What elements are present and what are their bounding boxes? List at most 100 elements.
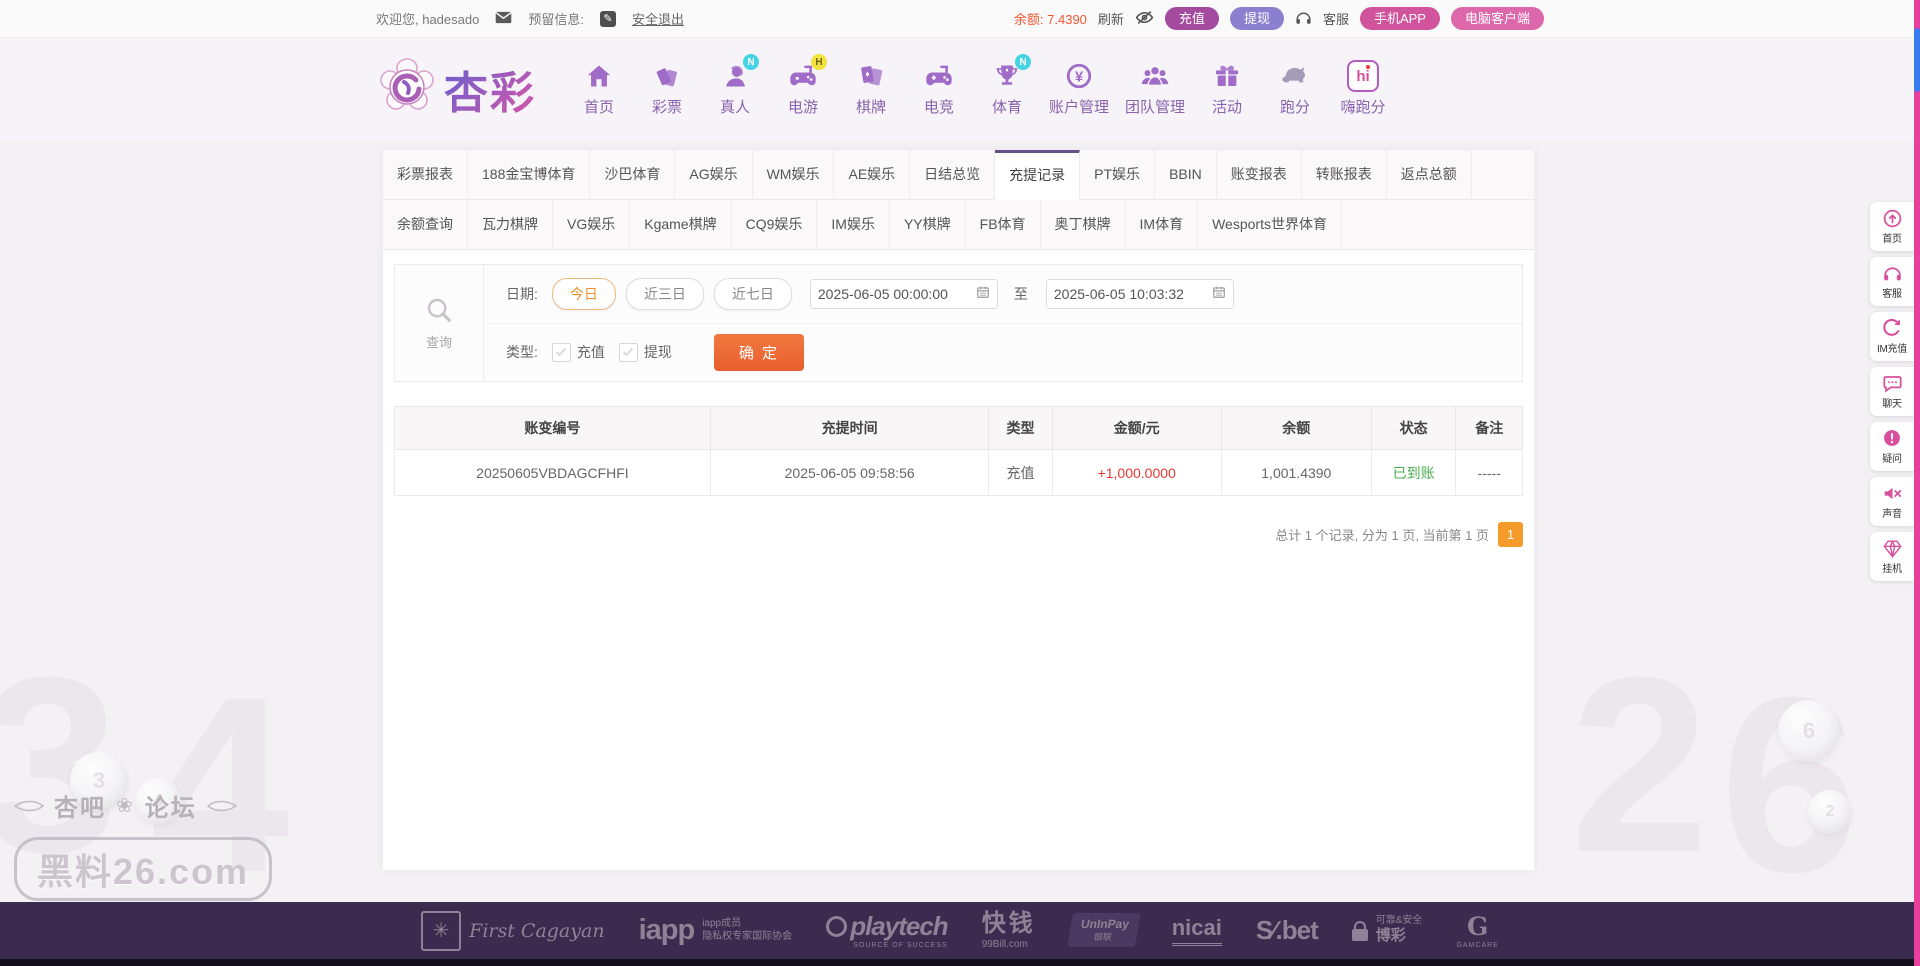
- scrollbar-track[interactable]: [1914, 0, 1920, 966]
- tab-CQ9娱乐[interactable]: CQ9娱乐: [732, 200, 818, 249]
- trophy-icon: N: [991, 54, 1031, 92]
- preset-近三日[interactable]: 近三日: [625, 277, 704, 310]
- tab-沙巴体育[interactable]: 沙巴体育: [590, 150, 676, 199]
- date-from-value: 2025-06-05 00:00:00: [817, 285, 948, 302]
- tab-PT娱乐[interactable]: PT娱乐: [1080, 150, 1156, 199]
- sidebar-label: 聊天: [1882, 399, 1902, 410]
- sidebar-label: 挂机: [1882, 564, 1902, 575]
- tab-账变报表[interactable]: 账变报表: [1217, 150, 1302, 199]
- tab-VG娱乐[interactable]: VG娱乐: [553, 200, 631, 249]
- nav-item-电竞[interactable]: 电竞: [910, 60, 968, 117]
- eye-off-icon[interactable]: [1135, 10, 1154, 28]
- type-label: 类型:: [506, 344, 538, 361]
- nav-item-真人[interactable]: N 真人: [706, 54, 764, 117]
- tab-余额查询[interactable]: 余额查询: [383, 200, 468, 249]
- sidebar-item-客服[interactable]: 客服: [1870, 257, 1914, 306]
- envelope-icon[interactable]: [495, 11, 513, 27]
- decor-ball: 2: [1808, 790, 1852, 834]
- refresh-link[interactable]: 刷新: [1098, 9, 1124, 28]
- confirm-button[interactable]: 确 定: [713, 333, 805, 371]
- mobile-app-button[interactable]: 手机APP: [1359, 6, 1440, 31]
- checkbox-充值[interactable]: [551, 342, 571, 362]
- type-option-提现[interactable]: 提现: [618, 342, 672, 362]
- tab-FB体育[interactable]: FB体育: [966, 200, 1041, 249]
- footer-logo-sbet: S∕.bet: [1256, 915, 1319, 946]
- date-from-input[interactable]: 2025-06-05 00:00:00: [809, 278, 998, 309]
- nav-item-体育[interactable]: N 体育: [978, 54, 1036, 117]
- tab-日结总览[interactable]: 日结总览: [910, 150, 996, 199]
- footer-logo-subtext: 银联: [1092, 932, 1113, 943]
- nav-item-跑分[interactable]: 跑分: [1266, 60, 1324, 117]
- tab-WM娱乐[interactable]: WM娱乐: [753, 150, 835, 199]
- page-1-button[interactable]: 1: [1498, 522, 1523, 547]
- nav-item-活动[interactable]: 活动: [1198, 60, 1256, 117]
- nav-item-彩票[interactable]: 彩票: [638, 60, 696, 117]
- nav-item-首页[interactable]: 首页: [570, 60, 628, 117]
- sidebar-item-IM充值[interactable]: IM充值: [1870, 312, 1914, 361]
- tab-转账报表[interactable]: 转账报表: [1302, 150, 1387, 199]
- preset-今日[interactable]: 今日: [551, 277, 616, 310]
- tab-AG娱乐[interactable]: AG娱乐: [675, 150, 753, 199]
- nav-item-团队管理[interactable]: 团队管理: [1122, 60, 1188, 117]
- tab-BBIN[interactable]: BBIN: [1155, 150, 1217, 199]
- query-search-label: 查询: [425, 335, 452, 350]
- col-header-状态: 状态: [1370, 406, 1457, 450]
- svg-text:¥: ¥: [1075, 69, 1084, 85]
- flourish-left-icon: [14, 800, 44, 811]
- nav-item-电游[interactable]: H 电游: [774, 54, 832, 117]
- brand-logo[interactable]: 杏彩: [376, 56, 536, 121]
- headset-icon[interactable]: [1295, 10, 1312, 28]
- records-table: 账变编号 充提时间 类型 金额/元 余额 状态 备注 20250605VBDAGCFHFI 20…: [394, 406, 1523, 496]
- recharge-button[interactable]: 充值: [1164, 6, 1219, 31]
- pc-client-button[interactable]: 电脑客户端: [1450, 6, 1544, 31]
- sidebar-label: 首页: [1882, 234, 1902, 245]
- withdraw-button[interactable]: 提现: [1229, 6, 1284, 31]
- tab-奥丁棋牌[interactable]: 奥丁棋牌: [1041, 200, 1126, 249]
- checkbox-提现[interactable]: [618, 342, 638, 362]
- footer-logo-text: playtech SOURCE OF SUCCESS: [826, 910, 949, 951]
- sidebar-item-声音[interactable]: 声音: [1870, 477, 1914, 526]
- sidebar-label: 客服: [1882, 289, 1902, 300]
- service-link[interactable]: 客服: [1323, 9, 1349, 28]
- tab-Wesports世界体育[interactable]: Wesports世界体育: [1198, 200, 1342, 249]
- footer-logo-99bill: 快钱 99Bill.com: [982, 909, 1036, 952]
- nav-item-账户管理[interactable]: ¥ 账户管理: [1046, 60, 1112, 117]
- sidebar-item-疑问[interactable]: 疑问: [1870, 422, 1914, 471]
- sidebar-item-聊天[interactable]: 聊天: [1870, 367, 1914, 416]
- date-to-input[interactable]: 2025-06-05 10:03:32: [1045, 278, 1234, 309]
- type-option-充值[interactable]: 充值: [551, 342, 605, 362]
- tab-返点总额[interactable]: 返点总额: [1387, 150, 1472, 199]
- tab-彩票报表[interactable]: 彩票报表: [383, 150, 468, 199]
- brand-name: 杏彩: [444, 57, 536, 121]
- nav-label: 活动: [1212, 99, 1243, 116]
- pagination: 总计 1 个记录, 分为 1 页, 当前第 1 页 1: [383, 522, 1523, 547]
- badge-N: N: [1015, 54, 1031, 70]
- tab-瓦力棋牌[interactable]: 瓦力棋牌: [468, 200, 553, 249]
- scrollbar-thumb[interactable]: [1914, 28, 1920, 92]
- topbar: 欢迎您, hadesado 预留信息: ✎ 安全退出 余额: 7.4390 刷新…: [0, 0, 1920, 38]
- watermark-site: 黑料26.com: [37, 851, 250, 892]
- tab-IM娱乐[interactable]: IM娱乐: [817, 200, 890, 249]
- decor-ball: 6: [1778, 700, 1840, 762]
- tab-AE娱乐[interactable]: AE娱乐: [834, 150, 911, 199]
- col-header-类型: 类型: [988, 406, 1053, 450]
- main-nav: 首页 彩票 N 真人 H 电游 棋牌 电竞 N 体育 ¥ 账户管理 团队管理 活动 跑分 hi 嗨跑分: [570, 54, 1392, 117]
- tab-IM体育[interactable]: IM体育: [1126, 200, 1199, 249]
- cell-time: 2025-06-05 09:58:56: [709, 449, 990, 496]
- query-search[interactable]: 查询: [395, 265, 484, 381]
- tab-YY棋牌[interactable]: YY棋牌: [890, 200, 966, 249]
- preset-近七日[interactable]: 近七日: [713, 277, 792, 310]
- edit-icon[interactable]: ✎: [599, 10, 616, 27]
- logout-link[interactable]: 安全退出: [632, 9, 684, 28]
- tab-充提记录[interactable]: 充提记录: [995, 150, 1081, 200]
- cell-amount: +1,000.0000: [1051, 449, 1222, 496]
- footer-logo-subtext: iapp成员 隐私权专家国际协会: [702, 918, 793, 942]
- sidebar-item-首页[interactable]: 首页: [1870, 202, 1914, 251]
- footer-logo-text: 快钱 99Bill.com: [981, 910, 1036, 951]
- nav-item-棋牌[interactable]: 棋牌: [842, 60, 900, 117]
- sidebar-item-挂机[interactable]: 挂机: [1870, 532, 1914, 581]
- nav-item-嗨跑分[interactable]: hi 嗨跑分: [1334, 60, 1392, 117]
- tab-188金宝博体育[interactable]: 188金宝博体育: [468, 150, 591, 199]
- tab-Kgame棋牌[interactable]: Kgame棋牌: [630, 200, 732, 249]
- main-card: 彩票报表 188金宝博体育 沙巴体育 AG娱乐 WM娱乐 AE娱乐 日结总览 充提记录 PT娱乐…: [383, 150, 1534, 870]
